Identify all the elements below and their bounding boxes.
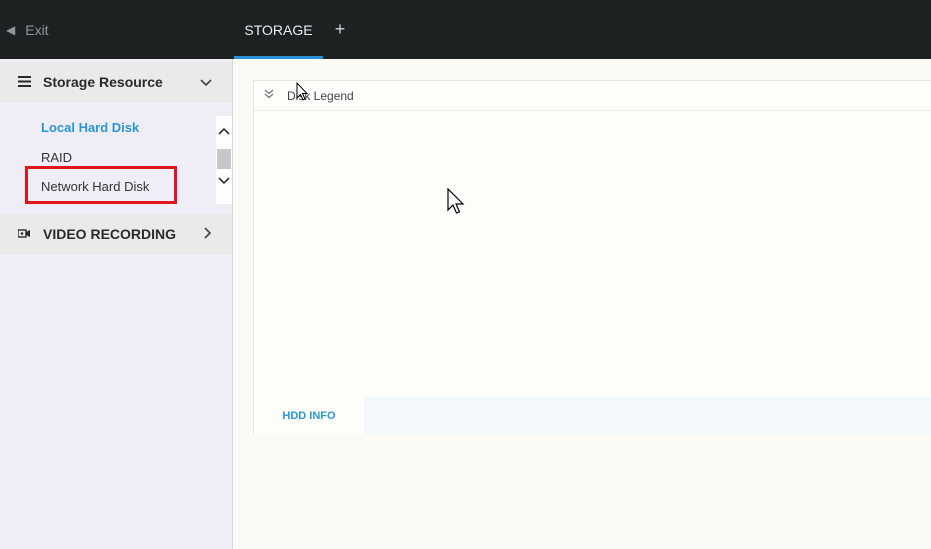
chevron-right-icon bbox=[204, 226, 212, 242]
exit-button[interactable]: ◀ Exit bbox=[6, 20, 49, 40]
scroll-thumb[interactable] bbox=[217, 149, 231, 169]
sidebar: Storage Resource Local Hard Disk RAID Ne… bbox=[0, 59, 233, 549]
tab-storage[interactable]: STORAGE bbox=[234, 0, 323, 59]
double-chevron-down-icon bbox=[264, 89, 274, 102]
chevron-down-icon bbox=[200, 75, 212, 90]
sidebar-group-video-recording[interactable]: VIDEO RECORDING bbox=[0, 214, 232, 254]
scroll-up-icon[interactable] bbox=[216, 126, 232, 138]
tab-hdd-info[interactable]: HDD INFO bbox=[254, 397, 364, 434]
sidebar-group-label: Storage Resource bbox=[43, 74, 163, 90]
plus-icon: + bbox=[334, 18, 346, 39]
menu-icon bbox=[18, 74, 31, 90]
sidebar-item-local-hard-disk[interactable]: Local Hard Disk bbox=[41, 120, 139, 135]
tab-hdd-info-label: HDD INFO bbox=[282, 409, 336, 422]
sidebar-group-label: VIDEO RECORDING bbox=[43, 226, 177, 242]
exit-label: Exit bbox=[25, 22, 49, 38]
highlight-box bbox=[25, 166, 177, 204]
disk-panel: Disk Legend HDD INFO bbox=[253, 80, 931, 434]
disk-legend-toggle[interactable]: Disk Legend bbox=[254, 81, 931, 111]
add-tab-button[interactable]: + bbox=[332, 18, 348, 40]
sidebar-item-raid[interactable]: RAID bbox=[41, 150, 72, 165]
sidebar-group-storage-resource[interactable]: Storage Resource bbox=[0, 62, 232, 102]
video-settings-icon bbox=[17, 226, 31, 242]
top-bar: ◀ Exit STORAGE + bbox=[0, 0, 931, 59]
scroll-down-icon[interactable] bbox=[216, 176, 232, 188]
submenu-scrollbar[interactable] bbox=[216, 116, 232, 204]
hdd-tab-strip: HDD INFO bbox=[254, 397, 931, 434]
active-tab-underline bbox=[234, 56, 323, 59]
tab-storage-label: STORAGE bbox=[244, 21, 313, 38]
disk-legend-label: Disk Legend bbox=[287, 88, 354, 103]
arrow-left-icon: ◀ bbox=[6, 23, 16, 37]
